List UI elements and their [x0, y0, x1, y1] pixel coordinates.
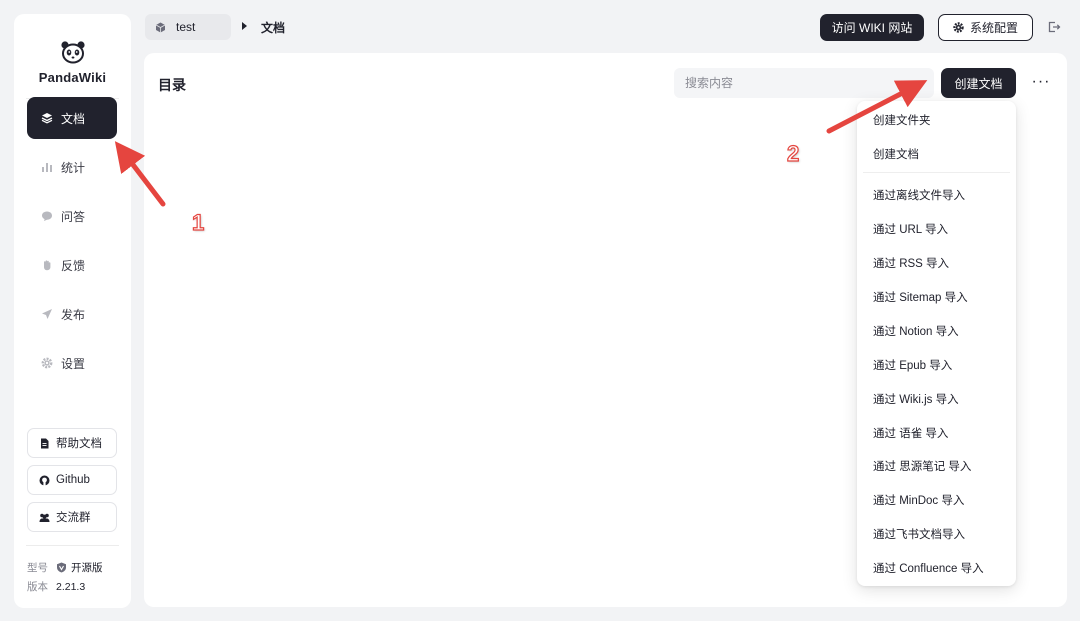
knowledge-base-name: test: [176, 20, 196, 34]
menu-item-import-sitemap[interactable]: 通过 Sitemap 导入: [873, 289, 968, 305]
send-icon: [41, 308, 53, 320]
sidebar-item-publish[interactable]: 发布: [27, 293, 117, 335]
sidebar-item-label: 统计: [61, 160, 86, 175]
sidebar-item-label: 文档: [61, 111, 86, 126]
menu-item-create-document[interactable]: 创建文档: [873, 146, 919, 162]
sidebar-item-stats[interactable]: 统计: [27, 146, 117, 188]
more-options-icon[interactable]: ···: [1030, 72, 1052, 92]
group-icon: [39, 512, 50, 523]
breadcrumb-current: 文档: [261, 21, 286, 35]
menu-item-import-siyuan[interactable]: 通过 思源笔记 导入: [873, 458, 971, 474]
document-icon: [39, 438, 50, 449]
chat-bubble-icon: [41, 210, 53, 222]
cube-icon: [155, 22, 166, 33]
edition-value: 开源版: [71, 562, 103, 574]
logo[interactable]: PandaWiki: [14, 40, 131, 85]
menu-item-import-epub[interactable]: 通过 Epub 导入: [873, 357, 952, 373]
help-docs-button[interactable]: 帮助文档: [27, 428, 117, 458]
menu-item-import-rss[interactable]: 通过 RSS 导入: [873, 255, 949, 271]
menu-item-create-folder[interactable]: 创建文件夹: [873, 112, 931, 128]
github-icon: [39, 475, 50, 486]
breadcrumb-arrow-icon: [242, 22, 247, 30]
menu-item-import-offline-file[interactable]: 通过离线文件导入: [873, 187, 965, 203]
sidebar: PandaWiki 文档 统计 问答 反馈 发布 设置 帮助文档 Github …: [14, 14, 131, 608]
menu-item-import-wikijs[interactable]: 通过 Wiki.js 导入: [873, 391, 959, 407]
edition-row: 型号 开源版: [27, 560, 103, 575]
gear-icon: [41, 357, 53, 369]
sidebar-item-qa[interactable]: 问答: [27, 195, 117, 237]
version-value: 2.21.3: [56, 580, 86, 593]
app-name: PandaWiki: [38, 70, 107, 85]
github-label: Github: [56, 474, 90, 486]
sidebar-item-label: 问答: [61, 209, 86, 224]
edition-label: 型号: [27, 562, 48, 574]
github-button[interactable]: Github: [27, 465, 117, 495]
community-group-button[interactable]: 交流群: [27, 502, 117, 532]
create-dropdown-menu: 创建文件夹 创建文档 通过离线文件导入 通过 URL 导入 通过 RSS 导入 …: [857, 101, 1016, 586]
system-config-button[interactable]: 系统配置: [938, 14, 1033, 41]
search-input[interactable]: [685, 76, 934, 90]
knowledge-base-selector[interactable]: test: [145, 14, 231, 40]
menu-item-import-yuque[interactable]: 通过 语雀 导入: [873, 425, 948, 441]
version-label: 版本: [27, 581, 48, 593]
bar-chart-icon: [41, 161, 53, 173]
sidebar-divider: [26, 545, 119, 546]
page-title: 目录: [158, 77, 186, 93]
hand-icon: [41, 259, 53, 271]
menu-item-import-url[interactable]: 通过 URL 导入: [873, 221, 948, 237]
sidebar-item-label: 发布: [61, 307, 86, 322]
logout-icon[interactable]: [1047, 20, 1061, 34]
menu-item-import-notion[interactable]: 通过 Notion 导入: [873, 323, 959, 339]
gear-icon: [953, 22, 964, 33]
shield-icon: [56, 562, 67, 573]
annotation-step-1: 1: [191, 209, 205, 235]
sidebar-item-feedback[interactable]: 反馈: [27, 244, 117, 286]
sidebar-item-label: 反馈: [61, 258, 86, 273]
menu-divider: [863, 172, 1010, 173]
sidebar-item-docs[interactable]: 文档: [27, 97, 117, 139]
menu-item-import-mindoc[interactable]: 通过 MinDoc 导入: [873, 492, 964, 508]
community-group-label: 交流群: [56, 512, 91, 524]
help-docs-label: 帮助文档: [56, 438, 102, 450]
sidebar-item-label: 设置: [61, 356, 86, 371]
create-document-button[interactable]: 创建文档: [941, 68, 1016, 98]
visit-wiki-button[interactable]: 访问 WIKI 网站: [820, 14, 924, 41]
sidebar-item-settings[interactable]: 设置: [27, 342, 117, 384]
system-config-label: 系统配置: [969, 21, 1018, 35]
menu-item-import-confluence[interactable]: 通过 Confluence 导入: [873, 560, 984, 576]
version-row: 版本 2.21.3: [27, 579, 85, 594]
layers-icon: [41, 112, 53, 124]
annotation-step-2: 2: [786, 140, 800, 166]
menu-item-import-feishu[interactable]: 通过飞书文档导入: [873, 526, 965, 542]
panda-logo-icon: [60, 41, 85, 64]
search-box[interactable]: [674, 68, 934, 98]
